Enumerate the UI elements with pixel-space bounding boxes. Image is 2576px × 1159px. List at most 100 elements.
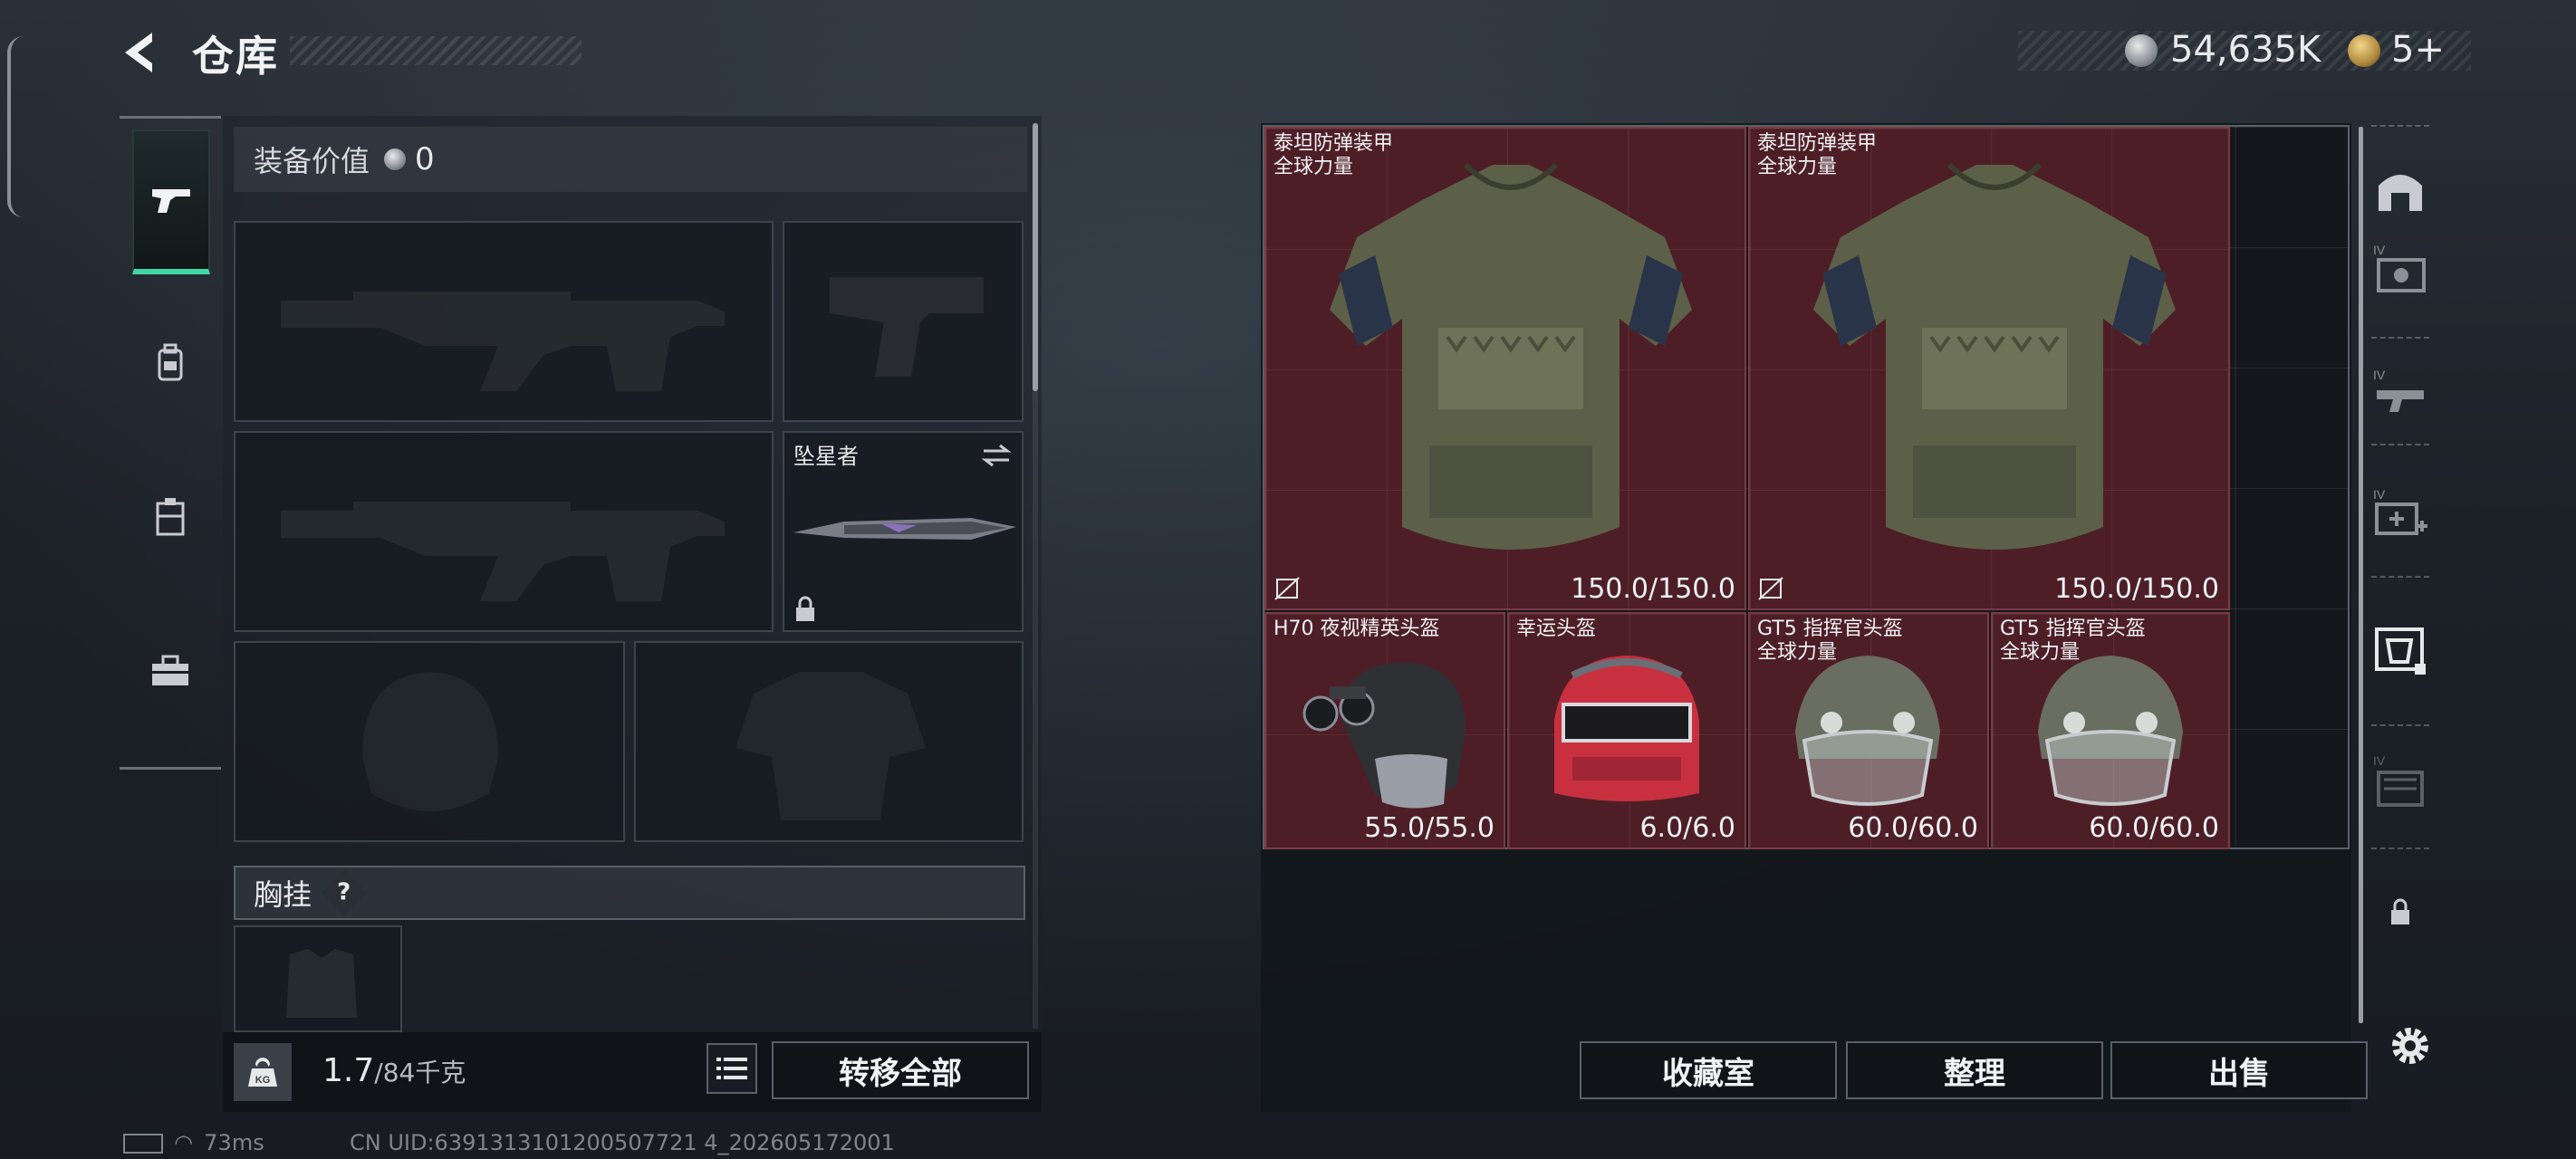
collection-room-button[interactable]: 收藏室 [1580, 1041, 1837, 1099]
melee-slot[interactable]: 坠星者 [783, 431, 1024, 632]
settings-button[interactable] [2384, 1020, 2437, 1072]
lock-icon [2391, 898, 2409, 924]
rail-tab-locked[interactable] [2364, 880, 2437, 943]
chest-rig-header: 胸挂 ? [234, 866, 1025, 920]
item-durability: 55.0/55.0 [1364, 812, 1495, 844]
wifi-icon: ◠ [174, 1130, 194, 1155]
armor-silhouette-icon [735, 672, 926, 820]
melee-name: 坠星者 [793, 444, 859, 469]
svg-text:IV: IV [2373, 368, 2386, 382]
secondary-weapon-slot[interactable] [234, 431, 774, 632]
pistol-slot[interactable] [783, 221, 1024, 422]
body-armor-icon [1813, 162, 2176, 550]
svg-text:KG: KG [255, 1075, 271, 1086]
equipment-value-label: 装备价值 [254, 144, 370, 178]
stash-item-helmet[interactable]: H70 夜视精英头盔 55.0/55.0 [1264, 612, 1505, 849]
armor-case-icon [2375, 627, 2426, 675]
no-insure-icon [1274, 577, 1300, 600]
item-durability: 150.0/150.0 [1571, 573, 1735, 605]
title-decoration [290, 36, 582, 65]
category-nav [120, 116, 221, 770]
nav-toolbox[interactable] [120, 599, 221, 743]
equipment-value-bar: 装备价值 0 [234, 127, 1027, 192]
tactical-helmet-icon [1795, 656, 1940, 806]
svg-text:IV: IV [2373, 243, 2386, 257]
sell-button[interactable]: 出售 [2110, 1041, 2368, 1099]
svg-text:IV: IV [2373, 753, 2386, 768]
silver-coin-icon [384, 148, 407, 170]
rail-tab-4[interactable]: IV [2364, 750, 2437, 813]
weapon-case-icon: IV [2373, 368, 2424, 412]
pistol-icon [152, 189, 190, 213]
weight-icon: KG [234, 1043, 292, 1101]
stash-item-armor[interactable]: 泰坦防弹装甲 全球力量 150.0/150.0 [1264, 127, 1746, 610]
item-name: H70 夜视精英头盔 [1274, 618, 1440, 640]
silver-coin-icon [2125, 34, 2158, 67]
knife-icon [793, 518, 1016, 540]
stash-tabs-rail: IV IV IV IV [2364, 123, 2437, 1047]
helmet-slot[interactable] [234, 641, 625, 842]
lock-icon [796, 596, 814, 621]
folder-case-icon: IV [2373, 753, 2424, 807]
rail-divider [2371, 444, 2429, 445]
nvg-helmet-icon [1302, 662, 1466, 809]
case-icon: IV [2373, 243, 2426, 292]
gear-icon [2392, 1028, 2428, 1064]
stash-item-helmet[interactable]: GT5 指挥官头盔 全球力量 60.0/60.0 [1748, 612, 1989, 849]
silver-currency-amount: 54,635K [2170, 29, 2321, 71]
rifle-silhouette-icon [281, 502, 725, 601]
loadout-scrollbar[interactable] [1033, 123, 1038, 391]
stash-item-helmet[interactable]: GT5 指挥官头盔 全球力量 60.0/60.0 [1991, 612, 2230, 849]
rail-divider [2371, 848, 2429, 849]
tactical-helmet-icon [2038, 656, 2183, 806]
nav-container[interactable] [120, 445, 221, 589]
page-title: 仓库 [192, 32, 279, 81]
item-durability: 60.0/60.0 [1848, 812, 1978, 844]
equipment-value-amount: 0 [415, 141, 435, 177]
rail-tab-1[interactable]: IV [2364, 237, 2437, 301]
transfer-all-button[interactable]: 转移全部 [772, 1041, 1029, 1099]
chest-rig-slot[interactable] [234, 925, 402, 1032]
pistol-silhouette-icon [830, 277, 984, 377]
rail-divider [2371, 576, 2429, 578]
lucky-helmet-icon [1554, 656, 1699, 801]
container-icon [156, 498, 185, 536]
stash-item-helmet[interactable]: 幸运头盔 6.0/6.0 [1507, 612, 1746, 849]
back-button[interactable] [116, 27, 167, 78]
item-durability: 150.0/150.0 [2054, 573, 2219, 605]
rail-divider [2371, 337, 2429, 339]
sort-button[interactable]: 整理 [1846, 1041, 2103, 1099]
user-uid: CN UID:6391313101200507721 4_20260517200… [350, 1130, 895, 1155]
gold-currency-amount[interactable]: 5+ [2391, 29, 2445, 71]
status-bar: ◠ 73ms [123, 1130, 264, 1155]
help-icon[interactable]: ? [321, 869, 368, 916]
rifle-silhouette-icon [281, 292, 725, 391]
nav-backpack[interactable] [120, 291, 221, 436]
primary-weapon-slot[interactable] [234, 221, 774, 422]
battery-icon [123, 1134, 163, 1154]
body-armor-icon [1330, 162, 1692, 550]
back-arrow-icon [125, 33, 152, 72]
weight-readout: 1.7/84千克 [322, 1052, 466, 1089]
rail-divider [2371, 125, 2429, 127]
weight-max: /84千克 [374, 1058, 466, 1087]
toolbox-icon [152, 655, 188, 685]
chest-rig-label: 胸挂 [254, 877, 312, 912]
vest-silhouette-icon [286, 949, 357, 1018]
rail-divider [2371, 724, 2429, 726]
stash-item-armor[interactable]: 泰坦防弹装甲 全球力量 150.0/150.0 [1748, 127, 2230, 610]
rail-tab-safe[interactable] [2364, 158, 2437, 221]
medical-case-icon: IV [2373, 487, 2427, 535]
edge-decoration [7, 36, 31, 217]
no-insure-icon [1758, 577, 1783, 600]
rail-tab-armor-active[interactable] [2364, 619, 2437, 683]
armor-slot[interactable] [634, 641, 1024, 842]
stash-scrollbar[interactable] [2359, 127, 2363, 1023]
backpack-icon [158, 343, 183, 381]
rail-tab-2[interactable]: IV [2364, 362, 2437, 426]
list-view-button[interactable] [706, 1043, 757, 1094]
ping-value: 73ms [204, 1130, 264, 1155]
nav-weapons[interactable] [132, 129, 210, 274]
swap-icon[interactable] [980, 442, 1013, 469]
rail-tab-3[interactable]: IV [2364, 484, 2437, 547]
